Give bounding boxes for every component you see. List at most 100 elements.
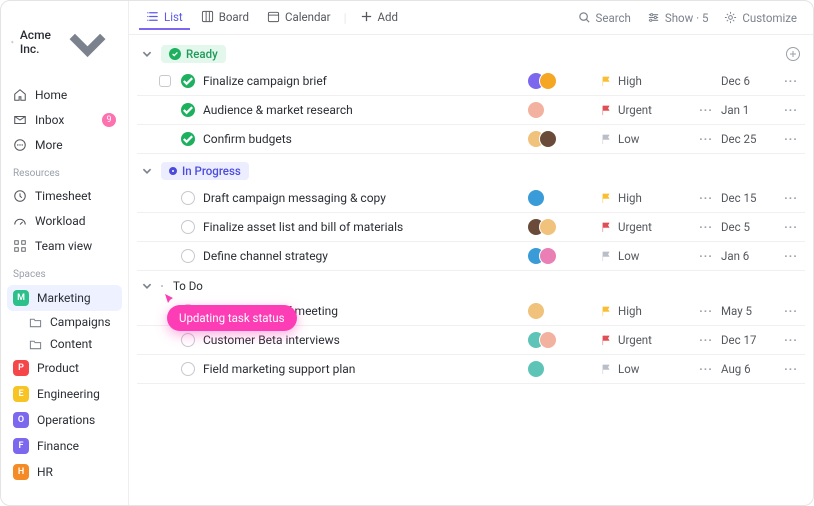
more-icon[interactable]: ··· xyxy=(691,333,721,347)
due-date[interactable]: Dec 17 xyxy=(721,333,777,347)
row-actions-icon[interactable]: ··· xyxy=(777,220,805,234)
space-marketing[interactable]: MMarketing xyxy=(7,285,122,311)
task-title[interactable]: Field marketing support plan xyxy=(203,362,527,376)
more-icon[interactable]: ··· xyxy=(691,132,721,146)
search-button[interactable]: Search xyxy=(572,8,637,28)
row-actions-icon[interactable]: ··· xyxy=(777,249,805,263)
assignees[interactable] xyxy=(527,302,601,320)
priority-label: Urgent xyxy=(618,103,652,117)
view-list[interactable]: List xyxy=(139,6,190,30)
nav-home[interactable]: Home xyxy=(7,83,122,107)
due-date[interactable]: Dec 25 xyxy=(721,132,777,146)
priority[interactable]: High xyxy=(601,191,691,205)
space-product[interactable]: PProduct xyxy=(7,355,122,381)
due-date[interactable]: May 5 xyxy=(721,304,777,318)
row-actions-icon[interactable]: ··· xyxy=(777,132,805,146)
task-title[interactable]: Finalize campaign brief xyxy=(203,74,527,88)
workspace-switcher[interactable]: Acme Inc. xyxy=(7,5,122,82)
due-date[interactable]: Jan 1 xyxy=(721,103,777,117)
priority[interactable]: Low xyxy=(601,362,691,376)
task-title[interactable]: Finalize asset list and bill of material… xyxy=(203,220,527,234)
main: List Board Calendar | Add Search xyxy=(129,1,813,505)
status-open-icon[interactable] xyxy=(181,249,195,263)
space-hr[interactable]: HHR xyxy=(7,459,122,485)
task-row[interactable]: Audience & market research Urgent ··· Ja… xyxy=(137,96,805,125)
row-actions-icon[interactable]: ··· xyxy=(777,191,805,205)
due-date[interactable]: Dec 15 xyxy=(721,191,777,205)
btn-label: Search xyxy=(596,11,631,25)
task-title[interactable]: Define channel strategy xyxy=(203,249,527,263)
caret-down-icon[interactable] xyxy=(141,48,153,60)
view-add[interactable]: Add xyxy=(353,6,405,30)
status-open-icon[interactable] xyxy=(181,220,195,234)
caret-down-icon[interactable] xyxy=(141,165,153,177)
task-row[interactable]: Finalize campaign brief High Dec 6 ··· xyxy=(137,67,805,96)
priority[interactable]: High xyxy=(601,304,691,318)
row-actions-icon[interactable]: ··· xyxy=(777,362,805,376)
more-icon[interactable]: ··· xyxy=(691,220,721,234)
assignees[interactable] xyxy=(527,189,601,207)
status-open-icon[interactable] xyxy=(181,333,195,347)
nav-teamview[interactable]: Team view xyxy=(7,234,122,258)
nav-inbox[interactable]: Inbox 9 xyxy=(7,108,122,132)
row-actions-icon[interactable]: ··· xyxy=(777,103,805,117)
due-date[interactable]: Jan 6 xyxy=(721,249,777,263)
customize-button[interactable]: Customize xyxy=(718,8,803,28)
priority-label: High xyxy=(618,74,642,88)
status-open-icon[interactable] xyxy=(181,362,195,376)
folder-content[interactable]: Content xyxy=(7,333,122,355)
more-icon[interactable]: ··· xyxy=(691,362,721,376)
show-button[interactable]: Show · 5 xyxy=(641,8,715,28)
more-icon[interactable]: ··· xyxy=(691,191,721,205)
group-pill[interactable]: Ready xyxy=(161,45,226,63)
task-title[interactable]: Draft campaign messaging & copy xyxy=(203,191,527,205)
task-row[interactable]: Finalize asset list and bill of material… xyxy=(137,213,805,242)
more-icon[interactable]: ··· xyxy=(691,304,721,318)
assignees[interactable] xyxy=(527,130,601,148)
status-done-icon[interactable] xyxy=(181,103,195,117)
view-calendar[interactable]: Calendar xyxy=(260,6,338,30)
task-row[interactable]: Draft campaign messaging & copy High ···… xyxy=(137,184,805,213)
assignees[interactable] xyxy=(527,218,601,236)
row-actions-icon[interactable]: ··· xyxy=(777,74,805,88)
assignees[interactable] xyxy=(527,247,601,265)
due-date[interactable]: Dec 6 xyxy=(721,74,777,88)
status-open-icon[interactable] xyxy=(181,191,195,205)
assignees[interactable] xyxy=(527,331,601,349)
due-date[interactable]: Aug 6 xyxy=(721,362,777,376)
view-board[interactable]: Board xyxy=(194,6,256,30)
nav-more[interactable]: More xyxy=(7,133,122,157)
assignees[interactable] xyxy=(527,101,601,119)
priority[interactable]: Urgent xyxy=(601,220,691,234)
status-done-icon[interactable] xyxy=(181,132,195,146)
nav-workload[interactable]: Workload xyxy=(7,209,122,233)
row-actions-icon[interactable]: ··· xyxy=(777,333,805,347)
caret-down-icon[interactable] xyxy=(141,280,153,292)
nav-timesheet[interactable]: Timesheet xyxy=(7,184,122,208)
checkbox[interactable] xyxy=(159,75,171,87)
more-icon[interactable]: ··· xyxy=(691,249,721,263)
task-title[interactable]: Confirm budgets xyxy=(203,132,527,146)
more-icon[interactable]: ··· xyxy=(691,103,721,117)
priority[interactable]: Urgent xyxy=(601,333,691,347)
assignees[interactable] xyxy=(527,360,601,378)
space-operations[interactable]: OOperations xyxy=(7,407,122,433)
row-actions-icon[interactable]: ··· xyxy=(777,304,805,318)
priority[interactable]: Low xyxy=(601,132,691,146)
task-title[interactable]: Audience & market research xyxy=(203,103,527,117)
priority[interactable]: High xyxy=(601,74,691,88)
folder-campaigns[interactable]: Campaigns xyxy=(7,311,122,333)
priority[interactable]: Low xyxy=(601,249,691,263)
task-title[interactable]: Customer Beta interviews xyxy=(203,333,527,347)
due-date[interactable]: Dec 5 xyxy=(721,220,777,234)
task-row[interactable]: Define channel strategy Low ··· Jan 6 ··… xyxy=(137,242,805,271)
task-row[interactable]: Field marketing support plan Low ··· Aug… xyxy=(137,355,805,384)
space-engineering[interactable]: EEngineering xyxy=(7,381,122,407)
priority[interactable]: Urgent xyxy=(601,103,691,117)
add-task-icon[interactable] xyxy=(785,46,801,62)
status-done-icon[interactable] xyxy=(181,74,195,88)
space-finance[interactable]: FFinance xyxy=(7,433,122,459)
assignees[interactable] xyxy=(527,72,601,90)
group-pill[interactable]: In Progress xyxy=(161,162,249,180)
task-row[interactable]: Confirm budgets Low ··· Dec 25 ··· xyxy=(137,125,805,154)
